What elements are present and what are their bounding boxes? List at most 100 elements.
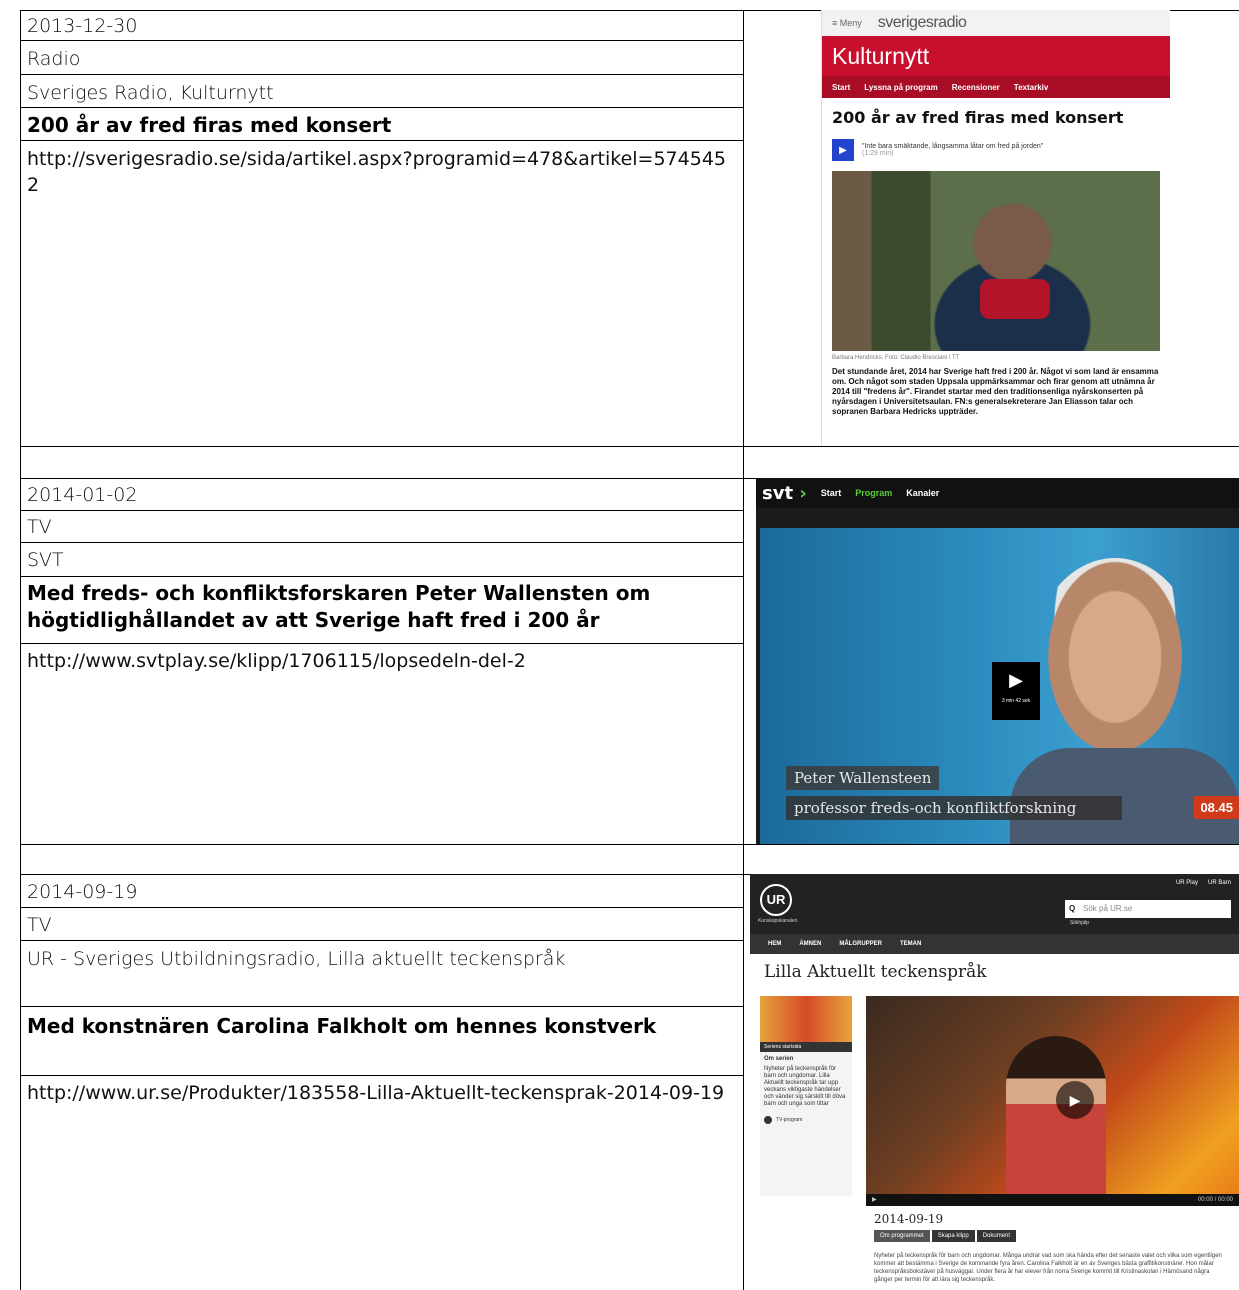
svt-clock: 08.45 <box>1194 796 1239 819</box>
svt-screenshot: svt › Start Program Kanaler ▶ 3 min 42 s… <box>756 478 1239 844</box>
row-line <box>20 940 743 941</box>
row-line <box>20 643 743 644</box>
ur-tabs: Om programmet Skapa klipp Dokument <box>874 1230 1017 1242</box>
entry-date: 2014-01-02 <box>27 484 138 506</box>
entry-headline: 200 år av fred firas med konsert <box>27 113 392 137</box>
sr-headline: 200 år av fred firas med konsert <box>832 108 1124 127</box>
sr-menu: ≡ Meny <box>832 18 862 28</box>
entry-media: TV <box>27 914 52 936</box>
ur-top-links: UR Play UR Barn <box>1176 880 1231 886</box>
ur-search-placeholder: Sök på UR.se <box>1083 904 1133 913</box>
svt-nav-item: Kanaler <box>906 488 940 498</box>
svt-play-button: ▶ 3 min 42 sek <box>992 662 1040 720</box>
ur-nav-item: HEM <box>768 941 782 947</box>
ur-nav-item: MÅLGRUPPER <box>839 941 883 947</box>
sr-player-duration: (1:29 min) <box>862 150 894 157</box>
sr-topbar: ≡ Meny sverigesradio <box>822 10 1170 36</box>
play-icon: ▶ <box>832 139 854 161</box>
ur-video-time: 00:00 / 00:00 <box>1197 1197 1233 1203</box>
ur-tab: Skapa klipp <box>931 1230 975 1242</box>
sr-nav: Start Lyssna på program Recensioner Text… <box>822 76 1170 98</box>
sr-nav-item: Lyssna på program <box>864 82 938 92</box>
svt-topbar: svt › Start Program Kanaler <box>756 478 1239 508</box>
entry-headline: Med freds- och konfliktsforskaren Peter … <box>27 581 651 632</box>
ur-search-help: Sökhjälp <box>1069 920 1089 926</box>
svt-lower-third-title: professor freds-och konfliktforskning <box>786 796 1122 820</box>
ur-page-title: Lilla Aktuellt teckenspråk <box>764 962 987 982</box>
sr-program-title: Kulturnytt <box>822 36 1170 76</box>
ur-logo-sub: Kunskapskanalen <box>758 918 798 924</box>
row-line <box>20 576 743 577</box>
ur-top-link: UR Barn <box>1207 880 1231 886</box>
svt-lower-third-name: Peter Wallensteen <box>786 766 940 790</box>
row-line <box>20 907 743 908</box>
ur-nav-item: ÄMNEN <box>799 941 822 947</box>
ur-series-start: Seriens startsida <box>760 1042 852 1052</box>
entry-source: UR - Sveriges Utbildningsradio, Lilla ak… <box>27 948 566 970</box>
row-line <box>20 510 743 511</box>
ur-tv-program-label: TV-program <box>776 1117 803 1123</box>
table-divider-column <box>743 10 744 1290</box>
ur-top-link: UR Play <box>1175 880 1198 886</box>
row-line <box>20 1006 743 1007</box>
row-line <box>20 542 743 543</box>
svt-nav-item: Start <box>820 488 842 498</box>
sr-caption: Barbara Hendricks. Foto: Claudio Brescia… <box>832 355 960 361</box>
entry-url[interactable]: http://sverigesradio.se/sida/artikel.asp… <box>27 146 737 198</box>
scarf-shape <box>979 279 1050 319</box>
sr-player-text: "Inte bara smäktande, långsamma låtar om… <box>862 143 1044 150</box>
entry-date: 2013-12-30 <box>27 15 138 37</box>
sr-player: ▶ "Inte bara smäktande, långsamma låtar … <box>832 135 1160 165</box>
presenter-shape <box>1006 1036 1106 1206</box>
ur-date: 2014-09-19 <box>874 1212 944 1226</box>
entry-source: SVT <box>27 549 64 571</box>
entry-url[interactable]: http://www.svtplay.se/klipp/1706115/lops… <box>27 648 737 674</box>
entry-media: TV <box>27 516 52 538</box>
document-page: 2013-12-30 Radio Sveriges Radio, Kulturn… <box>0 0 1239 1290</box>
svt-video: ▶ 3 min 42 sek Peter Wallensteen profess… <box>760 528 1239 844</box>
sveriges-radio-screenshot: ≡ Meny sverigesradio Kulturnytt Start Ly… <box>821 10 1170 446</box>
ur-search-box: Q Sök på UR.se <box>1065 900 1231 918</box>
ur-tab: Dokument <box>976 1230 1017 1242</box>
face-shape <box>1030 558 1200 778</box>
ur-about: Om serien Nyheter på teckenspråk för bar… <box>760 1052 852 1112</box>
entry-date: 2014-09-19 <box>27 881 138 903</box>
ur-logo: UR <box>760 884 792 916</box>
sr-nav-item: Start <box>832 82 851 92</box>
row-line <box>20 107 743 108</box>
ur-about-text: Nyheter på teckenspråk för barn och ungd… <box>764 1066 846 1107</box>
svt-duration: 3 min 42 sek <box>1001 698 1031 704</box>
row-line <box>20 844 1239 845</box>
sr-photo <box>832 171 1160 351</box>
ur-about-heading: Om serien <box>764 1056 794 1062</box>
ur-video-controls: ▶ 00:00 / 00:00 <box>866 1194 1239 1206</box>
ur-topbar: UR Kunskapskanalen UR Play UR Barn Q Sök… <box>750 874 1239 934</box>
ur-screenshot: UR Kunskapskanalen UR Play UR Barn Q Sök… <box>750 874 1239 1290</box>
ur-sidebar: Seriens startsida Om serien Nyheter på t… <box>760 996 852 1196</box>
play-icon: ▶ <box>872 1197 877 1203</box>
ur-tv-program: TV-program <box>760 1112 852 1128</box>
play-icon: ▶ <box>1009 670 1023 690</box>
tv-icon <box>764 1116 772 1124</box>
sr-body-text: Det stundande året, 2014 har Sverige haf… <box>832 367 1159 416</box>
row-line <box>20 446 1239 447</box>
ur-tab: Om programmet <box>874 1230 930 1242</box>
sr-nav-item: Textarkiv <box>1013 82 1049 92</box>
ur-nav-item: TEMAN <box>900 941 922 947</box>
search-icon: Q <box>1069 904 1076 913</box>
entry-source: Sveriges Radio, Kulturnytt <box>27 82 274 104</box>
ur-nav: HEM ÄMNEN MÅLGRUPPER TEMAN <box>750 934 1239 954</box>
ur-description: Nyheter på teckenspråk för barn och ungd… <box>874 1253 1222 1283</box>
entry-media: Radio <box>27 48 81 70</box>
row-line <box>20 40 743 41</box>
sr-logo: sverigesradio <box>877 14 967 31</box>
row-line <box>20 74 743 75</box>
svt-logo: svt › <box>762 482 807 504</box>
row-line <box>20 140 743 141</box>
sr-nav-item: Recensioner <box>951 82 1000 92</box>
entry-url[interactable]: http://www.ur.se/Produkter/183558-Lilla-… <box>27 1080 737 1106</box>
table-border-left <box>20 10 21 1290</box>
svt-nav-item: Program <box>855 488 893 498</box>
ur-series-thumbnail <box>760 996 852 1042</box>
entry-headline: Med konstnären Carolina Falkholt om henn… <box>27 1014 657 1038</box>
